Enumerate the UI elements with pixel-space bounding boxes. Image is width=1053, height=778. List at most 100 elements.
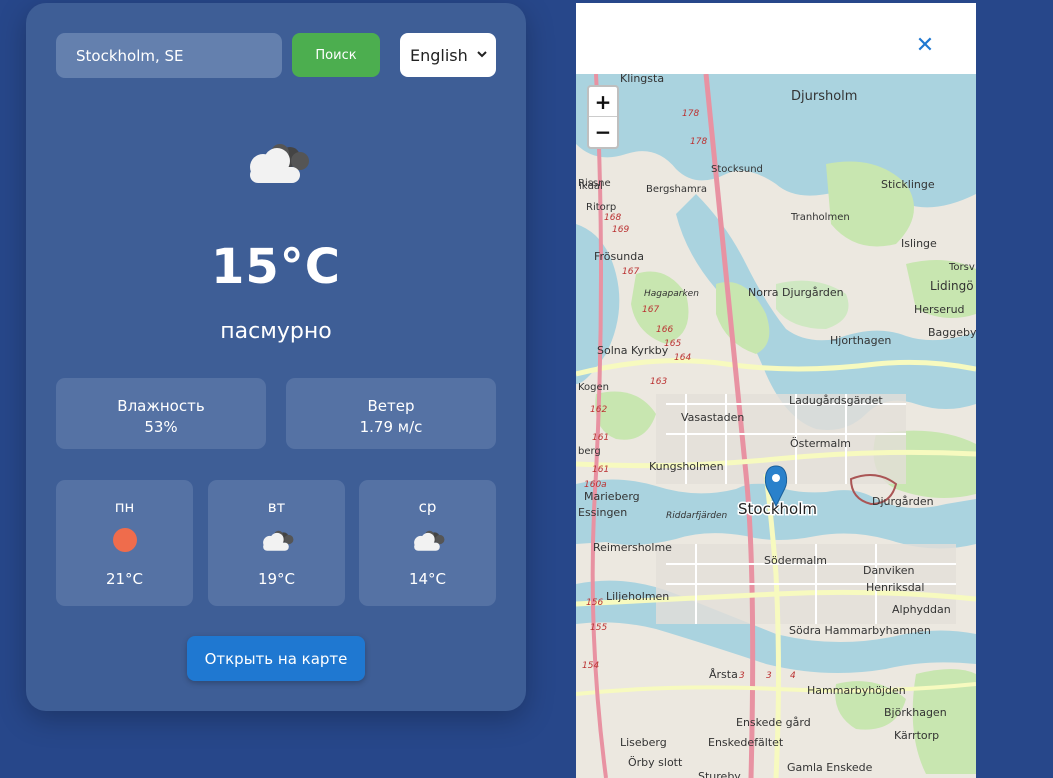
map-place-label: Hagaparken [644,289,699,299]
map-place-label: Ritorp [586,202,616,213]
map-place-label: Djurgården [872,495,934,508]
map-place-label: Djursholm [791,89,857,104]
sun-icon [112,528,137,552]
road-number: 166 [656,325,673,335]
map-place-label: Herserud [914,303,965,316]
map-place-label: Stocksund [711,164,763,175]
map-place-label: Hjorthagen [830,334,891,347]
map-place-label: Frösunda [594,250,644,263]
cloud-icon [413,530,444,551]
cloud-icon [262,530,293,551]
map-place-label: Alphyddan [892,603,951,616]
map-place-label: Torsv [948,262,975,273]
humidity-label: Влажность [117,397,205,415]
map-place-label: Gamla Enskede [787,761,873,774]
map-place-label: Vasastaden [681,411,744,424]
road-number: 156 [586,598,603,608]
map-place-label: Riddarfjärden [666,511,728,521]
current-temperature: 15°C [210,239,342,295]
zoom-in-button[interactable]: + [589,87,617,117]
road-number: 163 [650,377,667,387]
map-place-label: Tranholmen [790,212,850,223]
map-place-label: Enskedefältet [708,736,784,749]
map-place-label: berg [578,446,601,457]
language-select[interactable]: English [400,33,496,77]
wind-value: 1.79 м/с [359,418,423,436]
map-place-label: Hammarbyhöjden [807,684,906,697]
road-number: 161 [592,433,609,443]
map-place-label: Björkhagen [884,706,947,719]
search-button[interactable]: Поиск [292,33,380,77]
road-number: 169 [612,225,629,235]
road-number: 168 [604,213,621,223]
humidity-panel: Влажность 53% [56,378,266,449]
forecast-day-name: вт [267,498,286,516]
zoom-control: + − [587,85,619,149]
map-place-label: Stureby [698,770,741,778]
road-number: 165 [664,339,681,349]
road-number: 164 [674,353,691,363]
map-place-label: Sticklinge [881,178,935,191]
forecast-day-name: ср [418,498,437,516]
forecast-day-temp: 14°C [408,570,447,588]
map-modal-header: ✕ [576,3,976,74]
search-input[interactable] [56,33,282,78]
road-number: 4 [790,671,796,681]
road-number: 167 [622,267,639,277]
map-place-label: Baggeby [928,326,976,339]
road-number: 3 [766,671,772,681]
road-number: 161 [592,465,609,475]
map-place-label: Kärrtorp [894,729,939,742]
map-place-label: Enskede gård [736,716,811,729]
humidity-value: 53% [144,418,178,436]
zoom-out-button[interactable]: − [589,117,617,147]
map-place-label: Henriksdal [866,581,924,594]
road-number: 160a [584,480,607,490]
map-place-label: Södermalm [764,554,827,567]
language-select-value: English [410,45,468,65]
map-place-label: Bergshamra [646,184,707,195]
road-number: 167 [642,305,659,315]
map-place-label: Reimersholme [593,541,672,554]
map-place-label: Islinge [901,237,937,250]
cloud-icon [250,144,309,183]
map-place-label: ikdal [579,181,603,192]
wind-panel: Ветер 1.79 м/с [286,378,496,449]
road-number: 178 [690,137,707,147]
map-place-label: Essingen [578,506,627,519]
map-place-label: Ladugårdsgärdet [789,394,883,407]
wind-label: Ветер [367,397,415,415]
map-place-label: Örby slott [628,756,683,769]
road-number: 155 [590,623,607,633]
forecast-day-temp: 19°C [257,570,296,588]
map-place-label: Östermalm [790,437,851,450]
open-map-button[interactable]: Открыть на карте [187,636,365,681]
forecast-day: ср 14°C [359,480,496,606]
map-place-label: Kungsholmen [649,460,724,473]
map-place-label: Lidingö [930,279,974,293]
map-place-label: Klingsta [620,74,664,85]
map-modal: ✕ Klingsta Djursholm Stocksund Bergshamr… [576,3,976,778]
chevron-down-icon [477,51,487,58]
close-icon[interactable]: ✕ [914,35,936,57]
map-place-label: Liljeholmen [606,590,669,603]
road-number: 178 [682,109,699,119]
weather-description: пасмурно [220,319,332,344]
map-place-label: Kogen [578,382,609,393]
road-number: 162 [590,405,607,415]
map-place-label: Solna Kyrkby [597,344,669,357]
forecast-day-name: пн [114,498,135,516]
map-place-label: Danviken [863,564,914,577]
road-number: 154 [582,661,599,671]
map-place-label: Liseberg [620,736,667,749]
forecast-day: пн 21°C [56,480,193,606]
forecast-day: вт 19°C [208,480,345,606]
map-canvas[interactable]: Klingsta Djursholm Stocksund Bergshamra … [576,72,976,778]
map-place-label: Norra Djurgården [748,286,844,299]
map-place-label: Årsta [709,668,738,681]
forecast-day-temp: 21°C [105,570,144,588]
map-place-label: Södra Hammarbyhamnen [789,624,931,637]
map-place-label: Marieberg [584,490,640,503]
road-number: 3 [739,671,745,681]
map-view[interactable]: Klingsta Djursholm Stocksund Bergshamra … [576,72,976,778]
